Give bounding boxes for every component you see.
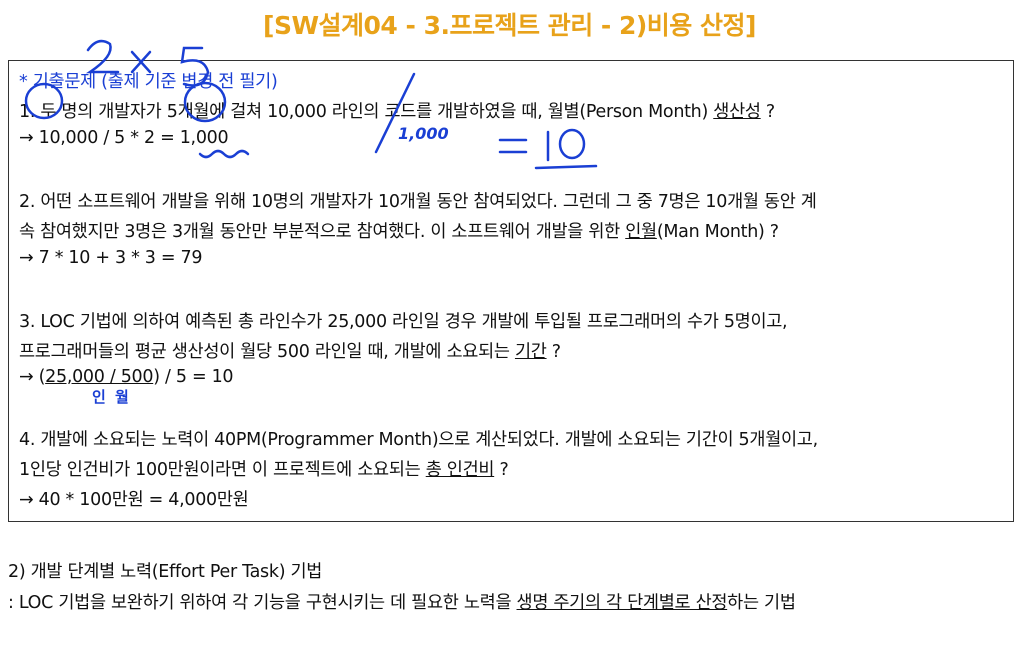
section-2-desc-text: : LOC 기법을 보완하기 위하여 각 기능을 구현시키는 데 필요한 노력을 bbox=[8, 593, 517, 613]
circle-mark bbox=[183, 81, 227, 123]
squiggle-mark bbox=[198, 149, 250, 159]
handwriting-overlay bbox=[24, 39, 598, 170]
handwritten-two bbox=[85, 39, 120, 74]
handwritten-equals bbox=[498, 138, 528, 154]
handwritten-denominator: 1,000 bbox=[398, 124, 449, 143]
handwritten-zero bbox=[558, 128, 586, 160]
section-2-desc-keyword: 생명 주기의 각 단계별로 산정 bbox=[516, 593, 728, 613]
circle-mark bbox=[24, 82, 64, 120]
section-2-description: : LOC 기법을 보완하기 위하여 각 기능을 구현시키는 데 필요한 노력을… bbox=[8, 589, 796, 614]
section-2-desc-tail: 하는 기법 bbox=[727, 593, 796, 613]
underline-mark bbox=[534, 164, 598, 170]
handwritten-times bbox=[130, 50, 152, 74]
section-2-heading: 2) 개발 단계별 노력(Effort Per Task) 기법 bbox=[8, 562, 323, 582]
handwritten-five bbox=[180, 46, 210, 87]
